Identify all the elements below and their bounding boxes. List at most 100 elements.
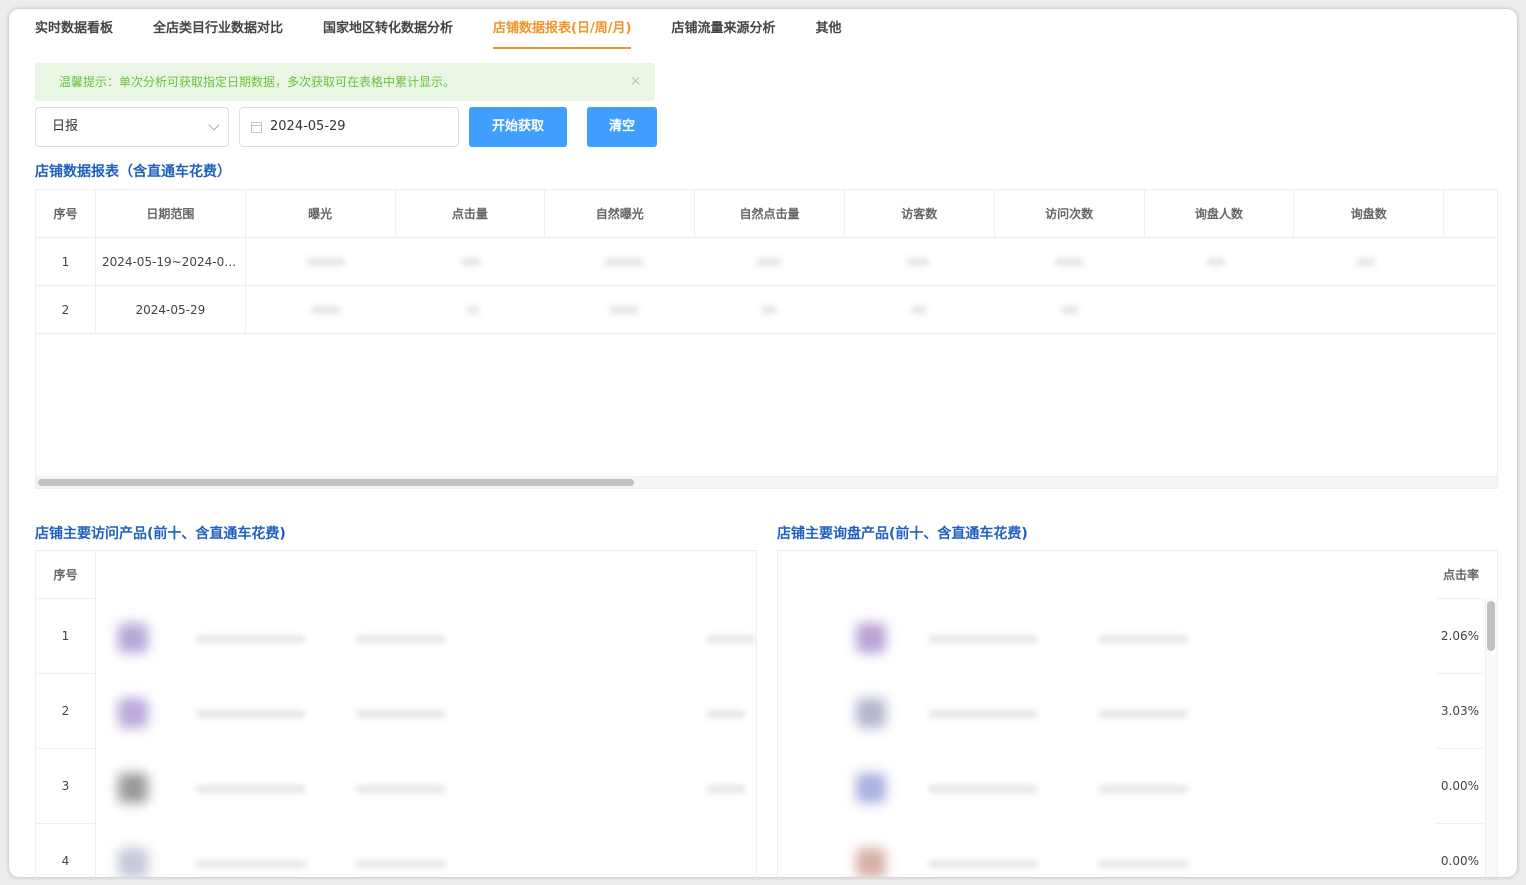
start-fetch-button[interactable]: 开始获取 bbox=[469, 107, 567, 147]
col-header-visits: 访问次数 bbox=[994, 190, 1145, 238]
blurred-value bbox=[196, 860, 306, 868]
col-header-click-rate: 点击率 bbox=[1437, 551, 1483, 599]
report-title: 店铺数据报表（含直通车花费） bbox=[35, 164, 231, 180]
blurred-value bbox=[1098, 635, 1188, 643]
blurred-value bbox=[461, 258, 481, 266]
tab-country-conversion[interactable]: 国家地区转化数据分析 bbox=[323, 9, 453, 49]
col-header-exposure: 曝光 bbox=[245, 190, 396, 238]
period-select-value: 日报 bbox=[52, 119, 79, 134]
blurred-value bbox=[1098, 710, 1188, 718]
row-index: 4 bbox=[36, 824, 96, 877]
inquiry-products-title: 店铺主要询盘产品(前十、含直通车花费) bbox=[777, 526, 1028, 542]
tip-text: 温馨提示：单次分析可获取指定日期数据，多次获取可在表格中累计显示。 bbox=[59, 75, 456, 89]
row-index: 3 bbox=[36, 749, 96, 824]
tab-other[interactable]: 其他 bbox=[815, 9, 841, 49]
blurred-value bbox=[928, 710, 1038, 718]
report-table: 序号 日期范围 曝光 点击量 自然曝光 自然点击量 访客数 访问次数 询盘人数 … bbox=[35, 189, 1498, 489]
col-header-more bbox=[1444, 190, 1497, 238]
row-range: 2024-05-29 bbox=[95, 286, 246, 334]
product-thumbnail bbox=[118, 848, 148, 877]
col-header-natural-clicks: 自然点击量 bbox=[695, 190, 845, 238]
blurred-value bbox=[928, 860, 1038, 868]
blurred-value bbox=[928, 635, 1038, 643]
row-blurred-values bbox=[245, 286, 1497, 334]
row-blurred-values bbox=[245, 238, 1497, 286]
blurred-value bbox=[609, 306, 639, 314]
click-rate-value: 0.00% bbox=[1437, 824, 1483, 877]
col-header-index: 序号 bbox=[36, 190, 96, 238]
blurred-value bbox=[911, 306, 927, 314]
blurred-value bbox=[1061, 306, 1079, 314]
blurred-value bbox=[1098, 860, 1188, 868]
blurred-value bbox=[196, 635, 306, 643]
period-select[interactable]: 日报 bbox=[35, 107, 229, 147]
tab-store-report[interactable]: 店铺数据报表(日/周/月) bbox=[493, 9, 632, 49]
visit-products-table: 序号 1 2 3 4 bbox=[35, 550, 757, 877]
index-column: 序号 1 2 3 4 bbox=[36, 551, 96, 877]
blurred-value bbox=[761, 306, 777, 314]
blurred-value bbox=[311, 306, 341, 314]
blurred-value bbox=[1356, 258, 1376, 266]
row-index: 2 bbox=[36, 286, 96, 334]
row-index: 1 bbox=[36, 238, 96, 286]
col-header-inquiries: 询盘数 bbox=[1294, 190, 1445, 238]
product-thumbnail bbox=[118, 623, 148, 653]
row-index: 2 bbox=[36, 674, 96, 749]
blurred-value bbox=[356, 635, 446, 643]
vertical-scrollbar[interactable] bbox=[1487, 601, 1495, 651]
col-header-visitors: 访客数 bbox=[844, 190, 995, 238]
close-icon[interactable]: × bbox=[630, 63, 641, 101]
horizontal-scrollbar[interactable] bbox=[38, 479, 634, 486]
blurred-value bbox=[928, 785, 1038, 793]
col-header-clicks: 点击量 bbox=[395, 190, 546, 238]
chevron-down-icon bbox=[208, 119, 220, 131]
blurred-value bbox=[706, 710, 746, 718]
tip-notice: 温馨提示：单次分析可获取指定日期数据，多次获取可在表格中累计显示。 × bbox=[35, 63, 655, 101]
tab-bar: 实时数据看板 全店类目行业数据对比 国家地区转化数据分析 店铺数据报表(日/周/… bbox=[35, 9, 881, 49]
product-thumbnail bbox=[856, 698, 886, 728]
row-index: 1 bbox=[36, 599, 96, 674]
click-rate-value: 2.06% bbox=[1437, 599, 1483, 674]
inquiry-products-table: 点击率 2.06% 3.03% 0.00% 0.00% bbox=[777, 550, 1498, 877]
tab-traffic-source[interactable]: 店铺流量来源分析 bbox=[671, 9, 775, 49]
blurred-value bbox=[356, 860, 446, 868]
product-thumbnail bbox=[856, 773, 886, 803]
product-thumbnail bbox=[856, 623, 886, 653]
col-header-natural-exposure: 自然曝光 bbox=[545, 190, 696, 238]
blurred-value bbox=[756, 258, 782, 266]
click-rate-value: 3.03% bbox=[1437, 674, 1483, 749]
blurred-value bbox=[604, 258, 644, 266]
click-rate-value: 0.00% bbox=[1437, 749, 1483, 824]
blurred-value bbox=[306, 258, 346, 266]
blurred-value bbox=[196, 785, 306, 793]
visit-products-title: 店铺主要访问产品(前十、含直通车花费) bbox=[35, 526, 286, 542]
tab-realtime-dashboard[interactable]: 实时数据看板 bbox=[35, 9, 113, 49]
col-header-inquirers: 询盘人数 bbox=[1144, 190, 1295, 238]
col-header-index: 序号 bbox=[36, 551, 96, 599]
blurred-value bbox=[1054, 258, 1084, 266]
product-thumbnail bbox=[118, 698, 148, 728]
report-table-header: 序号 日期范围 曝光 点击量 自然曝光 自然点击量 访客数 访问次数 询盘人数 … bbox=[36, 190, 1497, 238]
vertical-scroll-track[interactable] bbox=[1485, 599, 1497, 877]
click-rate-column: 点击率 2.06% 3.03% 0.00% 0.00% bbox=[1437, 551, 1483, 877]
app-window: 实时数据看板 全店类目行业数据对比 国家地区转化数据分析 店铺数据报表(日/周/… bbox=[9, 9, 1517, 877]
tab-category-comparison[interactable]: 全店类目行业数据对比 bbox=[153, 9, 283, 49]
blurred-value bbox=[356, 785, 446, 793]
blurred-value bbox=[706, 785, 746, 793]
clear-button[interactable]: 清空 bbox=[587, 107, 657, 147]
product-thumbnail bbox=[118, 773, 148, 803]
date-value: 2024-05-29 bbox=[270, 119, 346, 134]
date-picker[interactable]: 2024-05-29 bbox=[239, 107, 459, 147]
product-thumbnail bbox=[856, 848, 886, 877]
blurred-value bbox=[196, 710, 306, 718]
col-header-range: 日期范围 bbox=[95, 190, 246, 238]
blurred-value bbox=[1098, 785, 1188, 793]
blurred-value bbox=[466, 306, 480, 314]
blurred-value bbox=[706, 635, 756, 643]
horizontal-scroll-track[interactable] bbox=[36, 476, 1497, 488]
blurred-value bbox=[1206, 258, 1226, 266]
blurred-value bbox=[356, 710, 446, 718]
row-range: 2024-05-19~2024-05-25 bbox=[95, 238, 246, 286]
blurred-value bbox=[906, 258, 930, 266]
calendar-icon bbox=[251, 122, 262, 133]
